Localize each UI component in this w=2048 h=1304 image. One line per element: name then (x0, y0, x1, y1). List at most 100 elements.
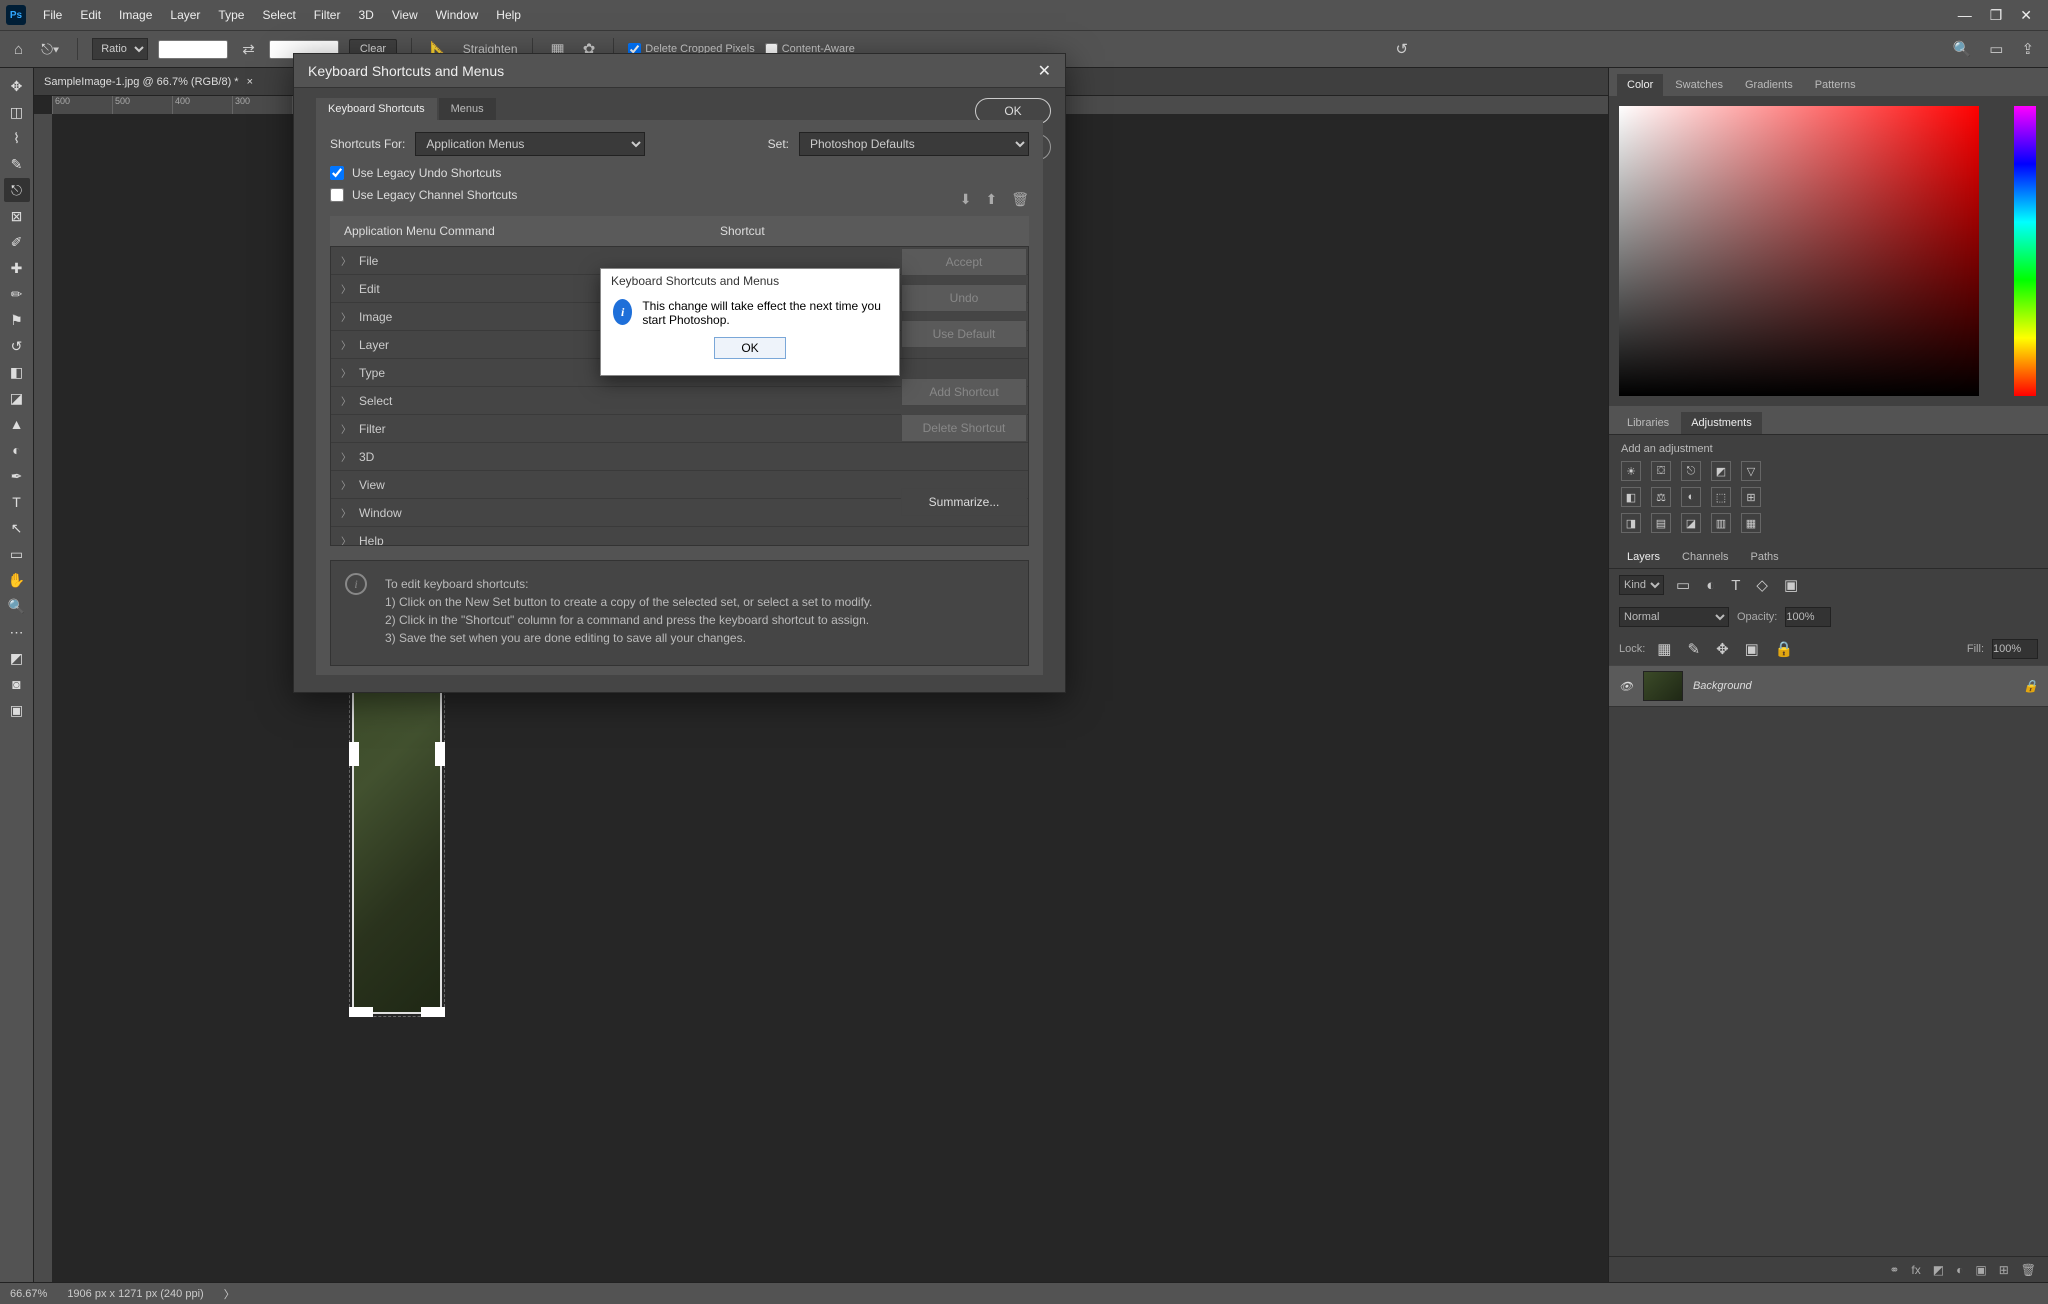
dialog-title-bar[interactable]: Keyboard Shortcuts and Menus ✕ (294, 54, 1065, 88)
menu-image[interactable]: Image (110, 0, 161, 30)
ratio-dropdown[interactable]: Ratio (92, 38, 148, 60)
crop-width-input[interactable] (158, 40, 228, 59)
shape-tool-icon[interactable]: ▭ (4, 542, 30, 566)
zoom-tool-icon[interactable]: 🔍 (4, 594, 30, 618)
new-layer-icon[interactable]: ⊞ (1999, 1263, 2009, 1277)
gradient-map-icon[interactable]: ▥ (1711, 513, 1731, 533)
filter-smart-icon[interactable]: ▣ (1780, 576, 1802, 594)
lasso-tool-icon[interactable]: ⌇ (4, 126, 30, 150)
tab-adjustments[interactable]: Adjustments (1681, 412, 1762, 434)
adjustment-layer-icon[interactable]: ◐ (1956, 1263, 1963, 1277)
path-select-tool-icon[interactable]: ↖ (4, 516, 30, 540)
menu-filter[interactable]: Filter (305, 0, 350, 30)
add-shortcut-button[interactable]: Add Shortcut (901, 378, 1027, 406)
hue-saturation-icon[interactable]: ◧ (1621, 487, 1641, 507)
marquee-tool-icon[interactable]: ◫ (4, 100, 30, 124)
tab-keyboard-shortcuts[interactable]: Keyboard Shortcuts (316, 98, 437, 120)
tab-menus[interactable]: Menus (439, 98, 496, 120)
more-tools-icon[interactable]: ⋯ (4, 620, 30, 644)
document-tab[interactable]: SampleImage-1.jpg @ 66.7% (RGB/8) *× (34, 68, 263, 96)
menu-layer[interactable]: Layer (161, 0, 209, 30)
posterize-icon[interactable]: ▤ (1651, 513, 1671, 533)
layer-thumbnail[interactable] (1643, 671, 1683, 701)
threshold-icon[interactable]: ◪ (1681, 513, 1701, 533)
eraser-tool-icon[interactable]: ◧ (4, 360, 30, 384)
tab-layers[interactable]: Layers (1617, 546, 1670, 568)
history-brush-tool-icon[interactable]: ↺ (4, 334, 30, 358)
brush-tool-icon[interactable]: ✏ (4, 282, 30, 306)
menu-edit[interactable]: Edit (71, 0, 110, 30)
curves-icon[interactable]: ⎋ (1681, 461, 1701, 481)
tab-paths[interactable]: Paths (1741, 546, 1789, 568)
reset-crop-icon[interactable]: ↺ (1391, 40, 1412, 58)
filter-adjustment-icon[interactable]: ◐ (1702, 577, 1719, 594)
tab-libraries[interactable]: Libraries (1617, 412, 1679, 434)
set-dropdown[interactable]: Photoshop Defaults (799, 132, 1029, 156)
alert-ok-button[interactable]: OK (714, 337, 786, 359)
vibrance-icon[interactable]: ▽ (1741, 461, 1761, 481)
blur-tool-icon[interactable]: ▲ (4, 412, 30, 436)
screen-mode-icon[interactable]: ▣ (4, 698, 30, 722)
crop-handle[interactable] (421, 1007, 445, 1017)
menu-file[interactable]: File (34, 0, 71, 30)
pen-tool-icon[interactable]: ✒ (4, 464, 30, 488)
window-minimize-icon[interactable]: — (1958, 7, 1972, 24)
summarize-button[interactable]: Summarize... (901, 488, 1027, 516)
new-set-icon[interactable]: ⬆ (985, 191, 997, 208)
crop-handle[interactable] (435, 742, 445, 766)
photo-filter-icon[interactable]: ⬚ (1711, 487, 1731, 507)
window-close-icon[interactable]: ✕ (2020, 7, 2032, 24)
delete-layer-icon[interactable]: 🗑 (2021, 1263, 2036, 1277)
legacy-channel-checkbox[interactable]: Use Legacy Channel Shortcuts (330, 188, 517, 202)
menu-type[interactable]: Type (209, 0, 253, 30)
save-set-icon[interactable]: ⬇ (960, 191, 972, 208)
tab-gradients[interactable]: Gradients (1735, 74, 1803, 96)
blend-mode-dropdown[interactable]: Normal (1619, 607, 1729, 627)
color-balance-icon[interactable]: ⚖ (1651, 487, 1671, 507)
tab-color[interactable]: Color (1617, 74, 1663, 96)
quick-select-tool-icon[interactable]: ✎ (4, 152, 30, 176)
filter-pixel-icon[interactable]: ▭ (1672, 576, 1694, 594)
shortcuts-for-dropdown[interactable]: Application Menus (415, 132, 645, 156)
lock-artboard-icon[interactable]: ▣ (1741, 640, 1763, 658)
link-layers-icon[interactable]: ⚭ (1889, 1263, 1899, 1277)
group-icon[interactable]: ▣ (1975, 1263, 1986, 1277)
home-icon[interactable]: ⌂ (10, 41, 27, 58)
window-restore-icon[interactable]: ❐ (1990, 7, 2003, 24)
opacity-input[interactable] (1785, 607, 1831, 627)
status-zoom[interactable]: 66.67% (10, 1288, 47, 1300)
layer-kind-dropdown[interactable]: Kind (1619, 575, 1664, 595)
move-tool-icon[interactable]: ✥ (4, 74, 30, 98)
quick-mask-icon[interactable]: ◙ (4, 672, 30, 696)
healing-tool-icon[interactable]: ✚ (4, 256, 30, 280)
dialog-close-icon[interactable]: ✕ (1038, 61, 1051, 81)
layer-style-icon[interactable]: fx (1911, 1263, 1920, 1277)
hand-tool-icon[interactable]: ✋ (4, 568, 30, 592)
layer-mask-icon[interactable]: ◩ (1933, 1263, 1944, 1277)
menu-view[interactable]: View (383, 0, 427, 30)
gradient-tool-icon[interactable]: ◪ (4, 386, 30, 410)
menu-select[interactable]: Select (253, 0, 304, 30)
type-tool-icon[interactable]: T (4, 490, 30, 514)
crop-handle[interactable] (349, 1007, 373, 1017)
channel-mixer-icon[interactable]: ⊞ (1741, 487, 1761, 507)
delete-set-icon[interactable]: 🗑 (1011, 191, 1029, 208)
dodge-tool-icon[interactable]: ◐ (4, 438, 30, 462)
status-chevron-icon[interactable]: 〉 (224, 1286, 235, 1302)
crop-handle[interactable] (349, 742, 359, 766)
search-icon[interactable]: 🔍 (1949, 40, 1976, 58)
levels-icon[interactable]: ⛋ (1651, 461, 1671, 481)
crop-tool-preset-icon[interactable]: ⎋▾ (37, 41, 63, 58)
legacy-undo-checkbox[interactable]: Use Legacy Undo Shortcuts (330, 166, 1029, 180)
selective-color-icon[interactable]: ▦ (1741, 513, 1761, 533)
lock-all-icon[interactable]: 🔒 (1771, 640, 1798, 658)
eyedropper-tool-icon[interactable]: ✐ (4, 230, 30, 254)
tab-patterns[interactable]: Patterns (1805, 74, 1866, 96)
visibility-icon[interactable]: 👁 (1619, 680, 1633, 693)
command-row[interactable]: 〉Help (331, 527, 1028, 546)
lock-position-icon[interactable]: ✥ (1712, 640, 1733, 658)
tab-swatches[interactable]: Swatches (1665, 74, 1733, 96)
brightness-contrast-icon[interactable]: ☀ (1621, 461, 1641, 481)
menu-help[interactable]: Help (487, 0, 530, 30)
color-field[interactable] (1619, 106, 1979, 396)
